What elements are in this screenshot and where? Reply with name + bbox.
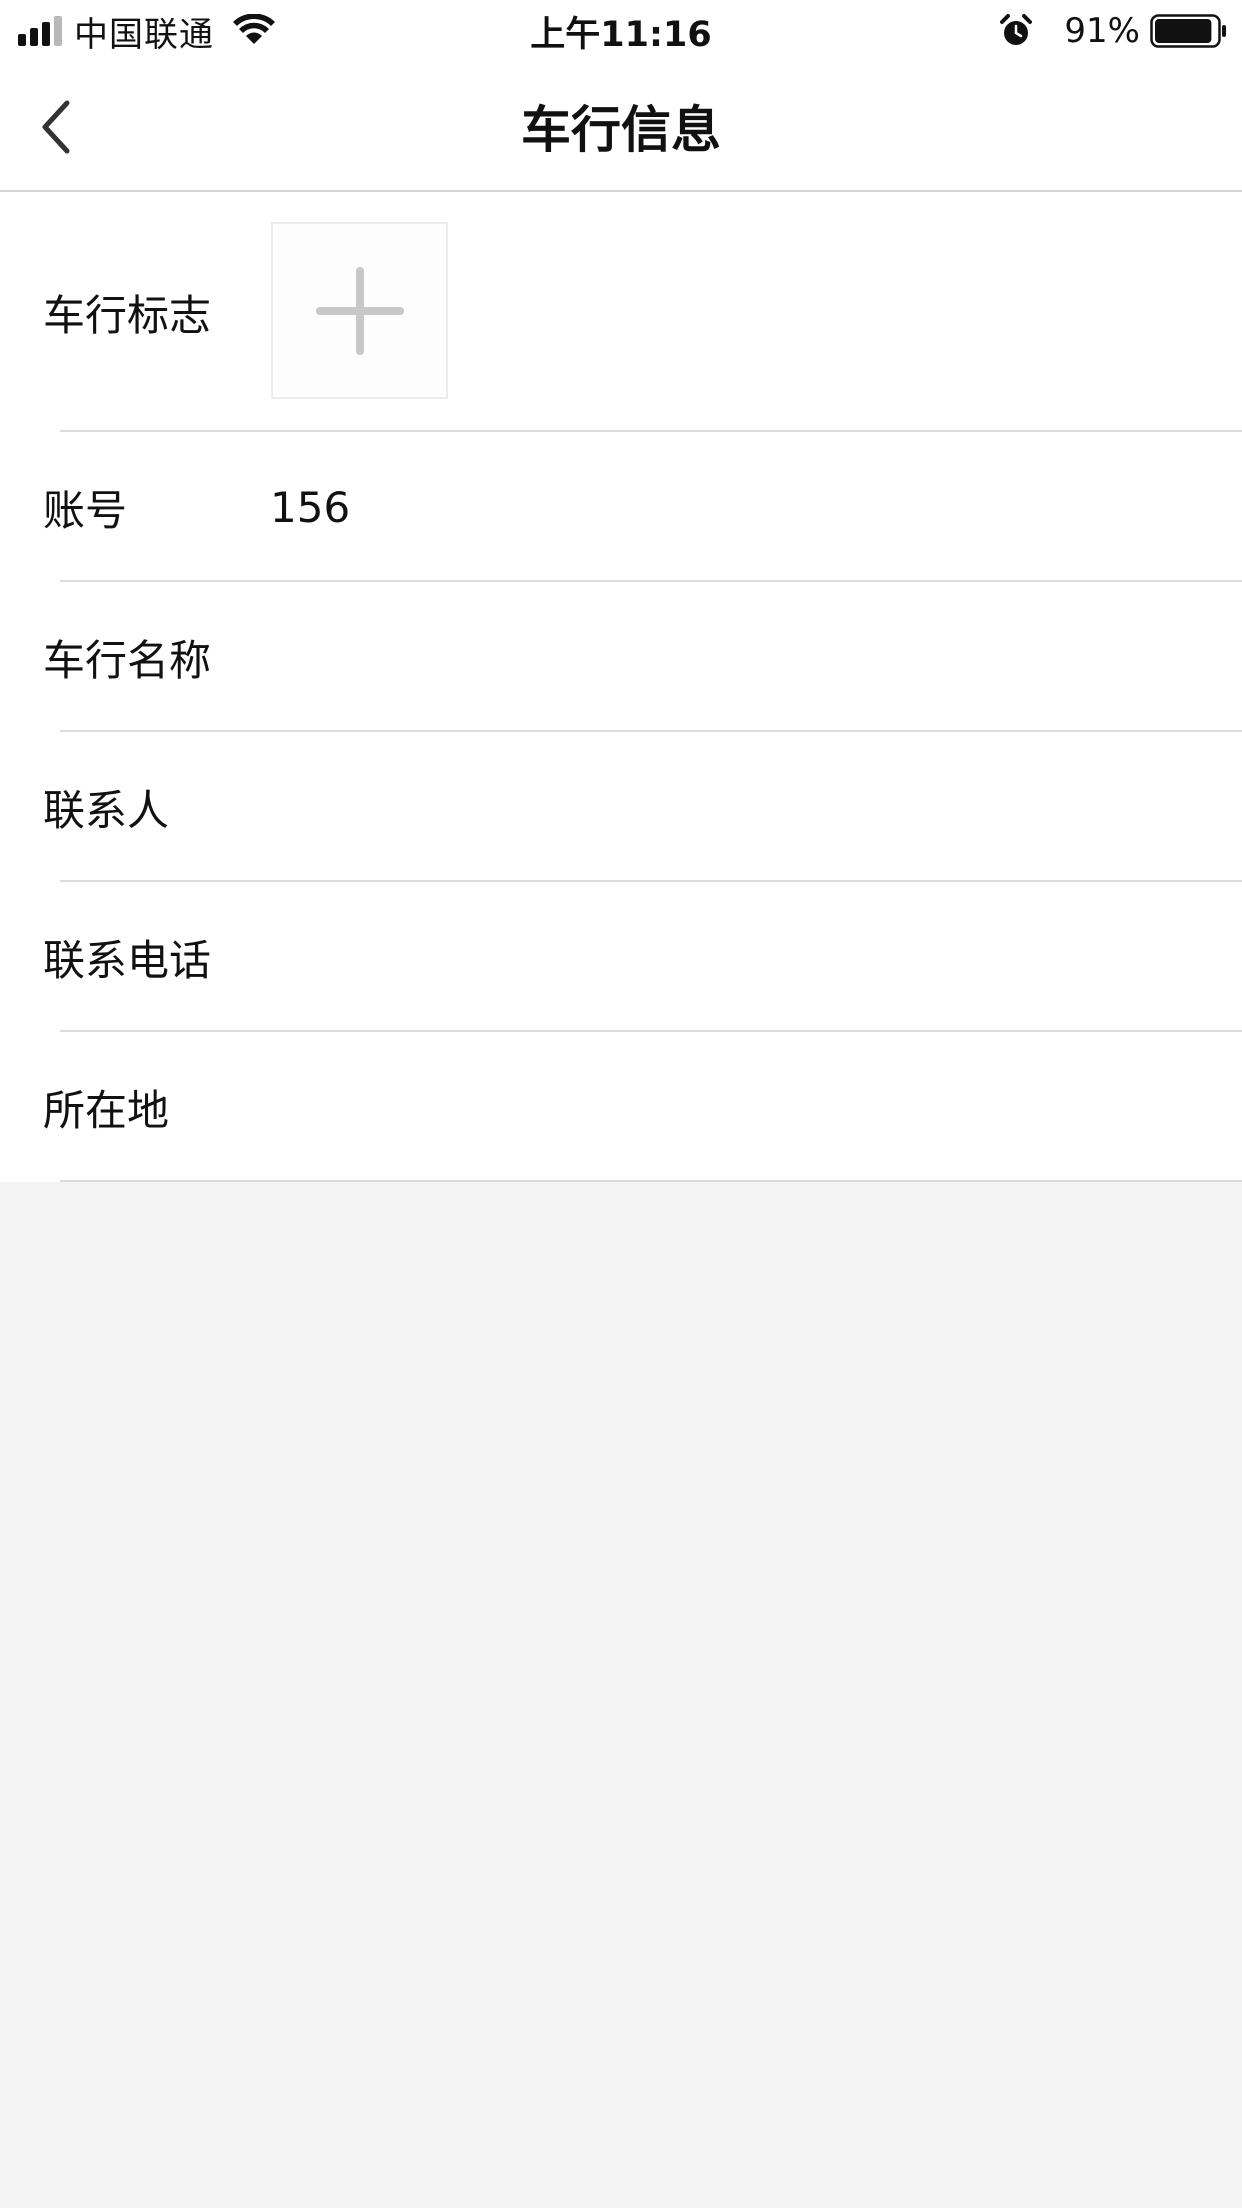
contact-field[interactable] <box>270 732 1202 882</box>
location-field[interactable] <box>270 1032 1202 1182</box>
navigation-bar: 车行信息 <box>0 62 1242 192</box>
logo-upload-button[interactable] <box>271 222 448 399</box>
dealer-name-row[interactable]: 车行名称 <box>0 582 1242 732</box>
plus-icon <box>315 266 404 355</box>
logo-row: 车行标志 <box>0 192 1242 432</box>
dealer-info-form: 车行标志 账号 156 车行名称 联系人 联系电话 所在地 <box>0 192 1242 1182</box>
phone-field[interactable] <box>270 882 1202 1032</box>
alarm-icon <box>1000 14 1033 45</box>
status-bar: 中国联通 上午11:16 91% <box>0 0 1242 62</box>
account-label: 账号 <box>43 485 128 535</box>
dealer-name-field[interactable] <box>270 582 1202 732</box>
contact-row[interactable]: 联系人 <box>0 732 1242 882</box>
contact-label: 联系人 <box>43 785 170 835</box>
battery-icon <box>1150 14 1226 48</box>
page-title: 车行信息 <box>521 101 721 159</box>
location-row[interactable]: 所在地 <box>0 1032 1242 1182</box>
battery-percent: 91% <box>1064 11 1140 51</box>
phone-label: 联系电话 <box>43 935 212 985</box>
account-value: 156 <box>270 482 351 532</box>
phone-row[interactable]: 联系电话 <box>0 882 1242 1032</box>
dealer-name-label: 车行名称 <box>43 635 212 685</box>
account-row: 账号 156 <box>0 432 1242 582</box>
status-bar-right: 91% <box>998 0 1228 62</box>
location-label: 所在地 <box>43 1085 170 1135</box>
logo-label: 车行标志 <box>43 290 212 340</box>
